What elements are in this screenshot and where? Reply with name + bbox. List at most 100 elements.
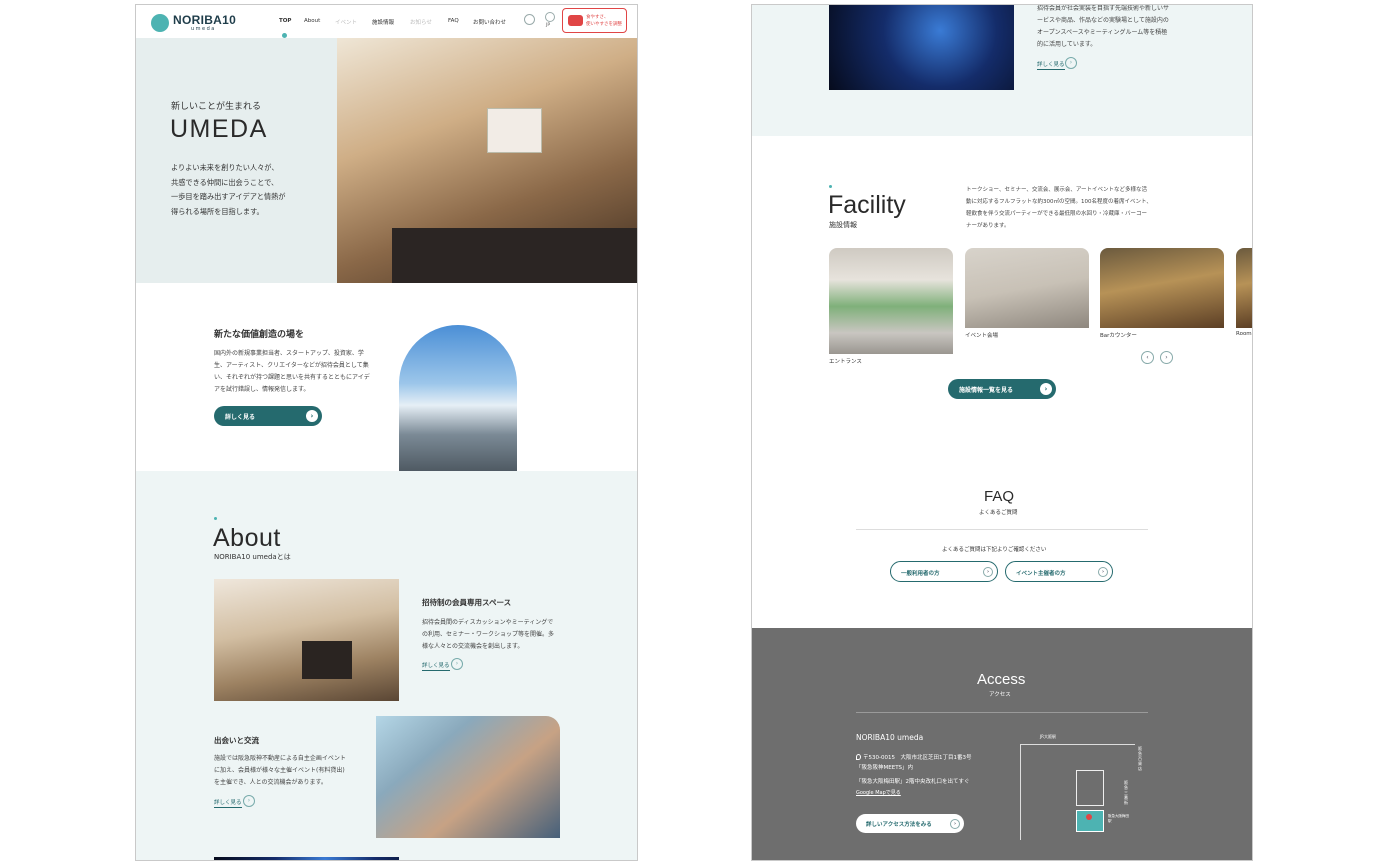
about-item1-more[interactable]: 詳しく見る bbox=[422, 661, 450, 671]
title-dot bbox=[829, 185, 832, 188]
value-body-line: 生、アーティスト、クリエイターなどが招待会員として集 bbox=[214, 362, 369, 369]
faq-organizer-label: イベント主催者の方 bbox=[1016, 571, 1066, 577]
facility-body: トークショー、セミナー、交流会、展示会、アートイベントなど多様な活 動に対応する… bbox=[966, 184, 1152, 232]
about-section: About NORIBA10 umedaとは 招待制の会員専用スペース 招待会員… bbox=[136, 471, 637, 860]
hero-body-line: よりよい未来を創りたい人々が、 bbox=[171, 163, 279, 172]
faq-organizer-button[interactable]: イベント主催者の方 › bbox=[1005, 561, 1113, 582]
arrow-right-icon: › bbox=[306, 410, 318, 422]
arrow-right-icon[interactable]: › bbox=[451, 658, 463, 670]
arrow-right-icon: › bbox=[1040, 383, 1052, 395]
about-item3-more[interactable]: 詳しく見る bbox=[1037, 60, 1065, 70]
about-item2-line: 施設では阪急阪神不動産による自主企画イベント bbox=[214, 755, 346, 762]
facility-body-line: トークショー、セミナー、交流会、展示会、アートイベントなど多様な活 bbox=[966, 187, 1148, 193]
facility-list-label: 施設情報一覧を見る bbox=[959, 387, 1014, 394]
facility-subtitle: 施設情報 bbox=[829, 221, 857, 229]
map-building bbox=[1076, 770, 1104, 806]
faq-lead: よくあるご質問は下記よりご確認ください bbox=[942, 547, 1047, 553]
about-item3-line: 招待会員が社会実装を目指す先端技術や新しいサ bbox=[1037, 5, 1170, 12]
about-item3-body: 招待会員が社会実装を目指す先端技術や新しいサ ービスや商品、作品などの実験場とし… bbox=[1037, 5, 1170, 51]
nav-facility[interactable]: 施設情報 bbox=[372, 18, 394, 26]
facility-list-button[interactable]: 施設情報一覧を見る › bbox=[948, 379, 1056, 399]
arrow-right-icon[interactable]: › bbox=[1065, 57, 1077, 69]
value-more-label: 詳しく見る bbox=[225, 414, 256, 421]
facility-body-line: ナーがあります。 bbox=[966, 223, 1010, 229]
value-more-button[interactable]: 詳しく見る › bbox=[214, 406, 322, 426]
nav-top[interactable]: TOP bbox=[279, 18, 291, 24]
map-label-station: 阪急大阪梅田駅 bbox=[1108, 814, 1129, 823]
about-item1-title: 招待制の会員専用スペース bbox=[422, 598, 512, 607]
page-left: NORIBA10 umeda TOP About イベント 施設情報 お知らせ … bbox=[135, 4, 638, 861]
about-tail-section: 招待会員が社会実装を目指す先端技術や新しいサ ービスや商品、作品などの実験場とし… bbox=[752, 5, 1252, 136]
about-item2-line: に加え、会員様が様々な主催イベント(有料貸出) bbox=[214, 767, 345, 774]
faq-subtitle: よくあるご質問 bbox=[979, 510, 1018, 516]
nav-event[interactable]: イベント bbox=[335, 18, 357, 26]
access-name: NORIBA10 umeda bbox=[856, 733, 924, 742]
facility-card-bar-photo[interactable] bbox=[1100, 248, 1224, 328]
facility-card-room-photo[interactable] bbox=[1236, 248, 1252, 328]
about-concert-photo bbox=[214, 857, 399, 860]
lang-label[interactable]: JP bbox=[546, 23, 550, 28]
value-body-line: い、それぞれが持つ課題と思いを共有するとともにアイデ bbox=[214, 374, 370, 381]
access-detail-button[interactable]: 詳しいアクセス方法をみる › bbox=[856, 814, 964, 833]
hero-photo bbox=[337, 38, 637, 283]
logo-icon[interactable] bbox=[151, 14, 169, 32]
logo-text[interactable]: NORIBA10 bbox=[173, 13, 236, 27]
concert-photo bbox=[829, 5, 1014, 90]
map-label-jr: JR大阪駅 bbox=[1040, 734, 1056, 739]
value-title: 新たな価値創造の場を bbox=[214, 330, 305, 340]
access-section: Access アクセス NORIBA10 umeda 〒530-0015 大阪市… bbox=[752, 628, 1252, 860]
google-map-link[interactable]: Google Mapで見る bbox=[856, 789, 901, 796]
access-station: 「阪急大阪梅田駅」2階中央改札口を出てすぐ bbox=[856, 779, 970, 785]
hero-screen bbox=[487, 108, 542, 153]
nav-about[interactable]: About bbox=[304, 18, 320, 24]
about-item1-line: 様な人々との交流機会を創出します。 bbox=[422, 643, 524, 650]
carousel-next-icon[interactable]: › bbox=[1160, 351, 1173, 364]
faq-general-button[interactable]: 一般利用者の方 › bbox=[890, 561, 998, 582]
about-item2-body: 施設では阪急阪神不動産による自主企画イベント に加え、会員様が様々な主催イベント… bbox=[214, 753, 346, 789]
value-body-line: アを試行錯誤し、情報発信します。 bbox=[214, 386, 310, 393]
access-address2: 「阪急阪神MEETS」内 bbox=[856, 765, 914, 771]
hero-model-table bbox=[392, 228, 637, 283]
map-label-hankyu-store: 阪急百貨店 bbox=[1138, 746, 1142, 771]
arrow-right-icon[interactable]: › bbox=[243, 795, 255, 807]
about-subtitle: NORIBA10 umedaとは bbox=[214, 553, 291, 561]
facility-body-line: 動に対応するフルフラットな約300㎡の空間。100名程度の着席イベント、 bbox=[966, 199, 1152, 205]
hero-body-line: 一歩目を踏み出すアイデアと情熱が bbox=[171, 192, 286, 201]
page-right: 招待会員が社会実装を目指す先端技術や新しいサ ービスや商品、作品などの実験場とし… bbox=[751, 4, 1253, 861]
hero-small-title: 新しいことが生まれる bbox=[171, 102, 262, 112]
about-item2-more[interactable]: 詳しく見る bbox=[214, 798, 242, 808]
about-item2-title: 出会いと交流 bbox=[214, 736, 259, 745]
facility-card-bar-label[interactable]: Barカウンター bbox=[1100, 331, 1137, 339]
search-icon[interactable] bbox=[524, 14, 535, 25]
city-arch-photo bbox=[399, 325, 517, 471]
nav-news[interactable]: お知らせ bbox=[410, 18, 432, 26]
globe-icon[interactable] bbox=[545, 12, 555, 22]
nav-faq[interactable]: FAQ bbox=[448, 18, 459, 24]
access-subtitle: アクセス bbox=[989, 692, 1011, 698]
cta-line1: 食やすさ、 bbox=[586, 15, 609, 20]
arrow-right-icon: › bbox=[1098, 566, 1108, 577]
map-pin-icon bbox=[1086, 814, 1092, 820]
facility-body-line: 軽飲食を伴う交流パーティーができる最低限の水回り・冷蔵庫・バーコー bbox=[966, 211, 1148, 217]
value-body-line: 国内外の新規事業担当者、スタートアップ、投資家、学 bbox=[214, 350, 364, 357]
facility-card-hall-photo[interactable] bbox=[965, 248, 1089, 328]
hero-text-panel: 新しいことが生まれる UMEDA よりよい未来を創りたい人々が、 共感できる仲間… bbox=[136, 38, 337, 283]
facility-card-entrance-label[interactable]: エントランス bbox=[829, 357, 862, 365]
facility-card-entrance-photo[interactable] bbox=[829, 248, 953, 354]
logo-sub: umeda bbox=[191, 26, 216, 32]
accessibility-button[interactable]: 食やすさ、 使いやすさを調整 bbox=[562, 8, 627, 33]
about-item1-body: 招待会員間のディスカッションやミーティングで の利用、セミナー・ワークショップ等… bbox=[422, 617, 554, 653]
location-pin-icon bbox=[856, 754, 861, 760]
faq-title: FAQ bbox=[984, 488, 1015, 505]
facility-card-room-label[interactable]: Room bbox=[1236, 331, 1252, 337]
nav-contact[interactable]: お問い合わせ bbox=[473, 18, 506, 26]
access-map: JR大阪駅 阪急百貨店 阪急三番街 阪急大阪梅田駅 bbox=[1020, 734, 1148, 840]
value-body: 国内外の新規事業担当者、スタートアップ、投資家、学 生、アーティスト、クリエイタ… bbox=[214, 348, 370, 396]
facility-card-hall-label[interactable]: イベント会場 bbox=[965, 331, 998, 339]
hero-body: よりよい未来を創りたい人々が、 共感できる仲間に出会うことで、 一歩目を踏み出す… bbox=[171, 161, 286, 219]
hero-title: UMEDA bbox=[170, 115, 268, 143]
carousel-prev-icon[interactable]: ‹ bbox=[1141, 351, 1154, 364]
access-divider bbox=[856, 712, 1148, 713]
about-people-photo bbox=[376, 716, 560, 838]
about-item1-line: の利用、セミナー・ワークショップ等を開催。多 bbox=[422, 631, 555, 638]
